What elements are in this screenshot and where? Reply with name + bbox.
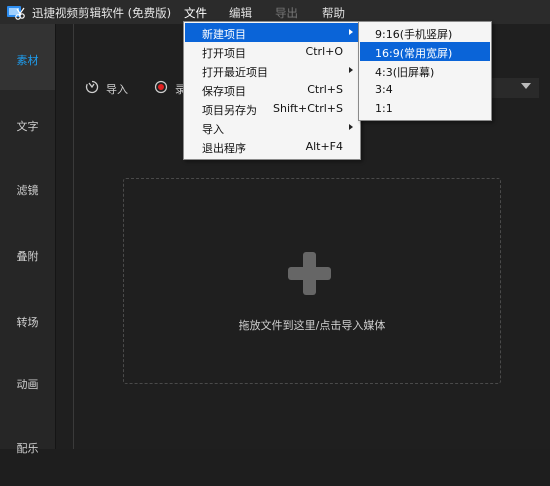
menu-item-save-as[interactable]: 项目另存为 Shift+Ctrl+S xyxy=(185,99,359,118)
sidebar-item-media[interactable]: 素材 xyxy=(0,24,55,90)
submenu-arrow-icon xyxy=(349,67,353,73)
dropzone-hint: 拖放文件到这里/点击导入媒体 xyxy=(238,319,386,332)
sidebar-item-overlay[interactable]: 叠附 xyxy=(0,222,55,288)
menu-item-label: 项目另存为 xyxy=(202,104,257,117)
app-logo-icon xyxy=(7,6,25,20)
menu-item-open-recent[interactable]: 打开最近项目 xyxy=(185,61,359,80)
menu-item-shortcut: Ctrl+O xyxy=(305,45,343,58)
panel-gutter xyxy=(56,24,73,449)
menu-help[interactable]: 帮助 xyxy=(322,5,345,21)
sidebar-item-label: 动画 xyxy=(16,378,39,391)
sidebar-item-label: 文字 xyxy=(16,120,39,133)
sidebar-item-label: 素材 xyxy=(16,54,39,67)
sidebar-item-label: 转场 xyxy=(16,316,39,329)
menu-item-label: 保存项目 xyxy=(202,85,246,98)
menu-item-label: 导入 xyxy=(202,123,224,136)
chevron-down-icon[interactable] xyxy=(521,83,531,89)
submenu-item-4-3[interactable]: 4:3(旧屏幕) xyxy=(360,61,490,80)
submenu-item-1-1[interactable]: 1:1 xyxy=(360,99,490,118)
record-icon xyxy=(154,80,168,94)
menu-item-import[interactable]: 导入 xyxy=(185,118,359,137)
submenu-item-16-9[interactable]: 16:9(常用宽屏) xyxy=(360,42,490,61)
sidebar-item-label: 叠附 xyxy=(16,250,39,263)
submenu-item-label: 3:4 xyxy=(375,83,393,96)
menu-item-label: 退出程序 xyxy=(202,142,246,155)
submenu-item-label: 9:16(手机竖屏) xyxy=(375,28,453,41)
sidebar-item-text[interactable]: 文字 xyxy=(0,90,55,156)
filter-select[interactable] xyxy=(489,78,539,98)
import-icon xyxy=(85,80,99,94)
submenu-arrow-icon xyxy=(349,29,353,35)
menu-item-label: 新建项目 xyxy=(202,28,246,41)
submenu-item-label: 4:3(旧屏幕) xyxy=(375,66,435,79)
menu-item-shortcut: Alt+F4 xyxy=(305,140,343,153)
sidebar-item-label: 配乐 xyxy=(16,442,39,455)
sidebar-item-music[interactable]: 配乐 xyxy=(0,420,55,486)
menu-item-shortcut: Shift+Ctrl+S xyxy=(273,102,343,115)
submenu-item-label: 1:1 xyxy=(375,102,393,115)
submenu-arrow-icon xyxy=(349,124,353,130)
menu-item-label: 打开最近项目 xyxy=(202,66,268,79)
new-project-submenu: 9:16(手机竖屏) 16:9(常用宽屏) 4:3(旧屏幕) 3:4 1:1 xyxy=(358,21,492,121)
submenu-item-3-4[interactable]: 3:4 xyxy=(360,80,490,99)
menu-item-open-project[interactable]: 打开项目 Ctrl+O xyxy=(185,42,359,61)
sidebar-item-label: 滤镜 xyxy=(16,184,39,197)
menu-item-label: 打开项目 xyxy=(202,47,246,60)
submenu-item-label: 16:9(常用宽屏) xyxy=(375,47,453,60)
add-media-icon-bar xyxy=(288,267,331,280)
app-title: 迅捷视频剪辑软件 (免费版) xyxy=(32,6,172,20)
menu-export[interactable]: 导出 xyxy=(275,5,298,21)
menu-item-shortcut: Ctrl+S xyxy=(307,83,343,96)
import-label: 导入 xyxy=(106,83,128,96)
menu-edit[interactable]: 编辑 xyxy=(229,5,252,21)
menu-item-new-project[interactable]: 新建项目 xyxy=(185,23,359,42)
sidebar-item-transition[interactable]: 转场 xyxy=(0,288,55,354)
sidebar-item-filter[interactable]: 滤镜 xyxy=(0,156,55,222)
sidebar-item-animation[interactable]: 动画 xyxy=(0,354,55,420)
submenu-item-9-16[interactable]: 9:16(手机竖屏) xyxy=(360,23,490,42)
sidebar: 素材 文字 滤镜 叠附 转场 动画 配乐 xyxy=(0,24,56,455)
file-menu: 新建项目 打开项目 Ctrl+O 打开最近项目 保存项目 Ctrl+S 项目另存… xyxy=(183,21,361,160)
menu-item-exit[interactable]: 退出程序 Alt+F4 xyxy=(185,137,359,156)
media-dropzone[interactable]: 拖放文件到这里/点击导入媒体 xyxy=(123,178,501,384)
menu-item-save-project[interactable]: 保存项目 Ctrl+S xyxy=(185,80,359,99)
menu-file[interactable]: 文件 xyxy=(184,5,207,21)
